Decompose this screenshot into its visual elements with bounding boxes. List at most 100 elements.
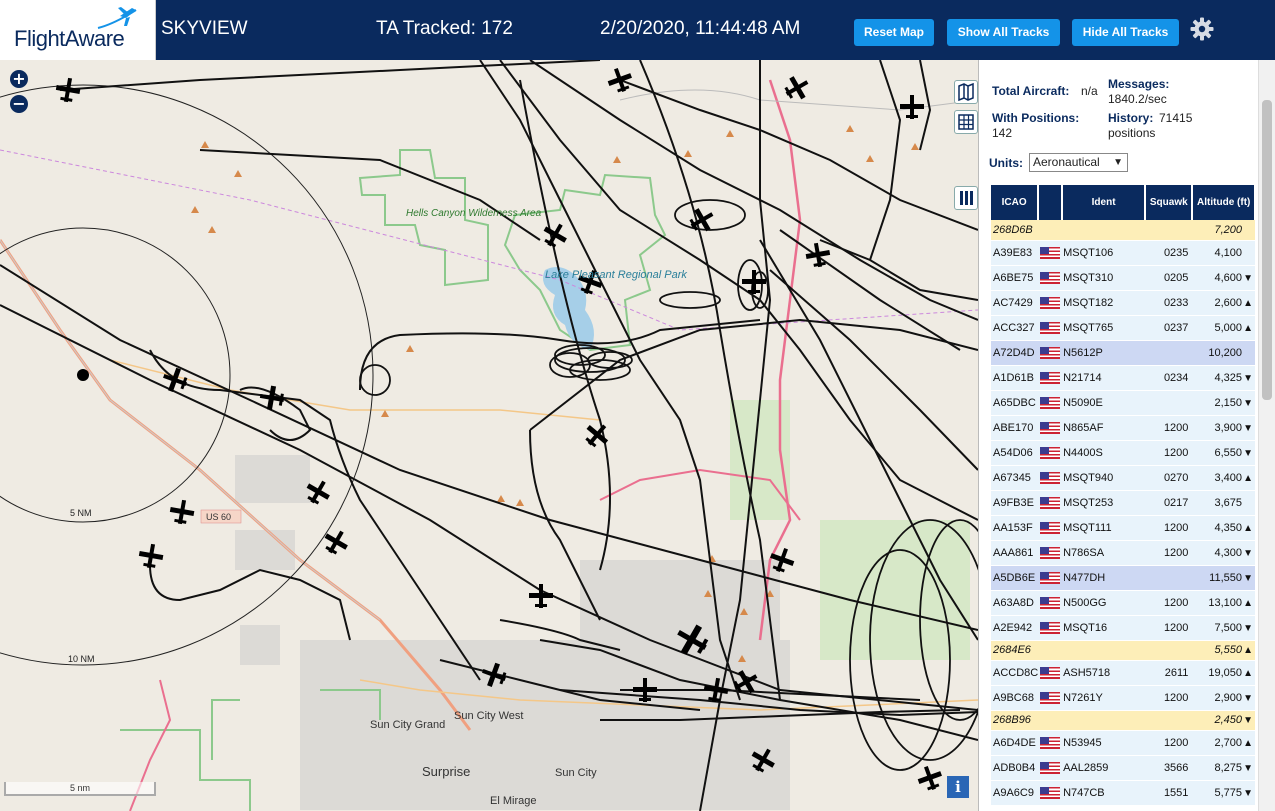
altitude-value: 5,550	[1214, 644, 1242, 656]
aircraft-row[interactable]: ACCD8C ASH5718 2611 19,050▲	[991, 660, 1255, 686]
row-squawk: 0234	[1145, 365, 1193, 391]
aircraft-row[interactable]: A5DB6E N477DH 11,550▼	[991, 565, 1255, 591]
us-flag-icon	[1040, 471, 1061, 484]
column-header-flag[interactable]	[1038, 185, 1064, 220]
us-flag-icon	[1040, 521, 1061, 534]
aircraft-row[interactable]: A54D06 N4400S 1200 6,550▼	[991, 440, 1255, 466]
row-icao: 268B96	[991, 710, 1039, 731]
chevron-down-icon: ▼	[1113, 157, 1123, 168]
row-icao: A9FB3E	[991, 490, 1039, 516]
aircraft-row[interactable]: AC7429 MSQT182 0233 2,600▲	[991, 290, 1255, 316]
row-flag	[1038, 640, 1063, 661]
zoom-in-button[interactable]: +	[10, 70, 28, 88]
row-altitude: 6,550▼	[1192, 440, 1255, 466]
column-header-altitude[interactable]: Altitude (ft)	[1192, 185, 1256, 220]
map-view[interactable]: Hells Canyon Wilderness Area Lake Pleasa…	[0, 60, 978, 811]
skyview-app: FlightAware SKYVIEW TA Tracked: 172 2/20…	[0, 0, 1275, 811]
zoom-out-button[interactable]: −	[10, 95, 28, 113]
row-altitude: 4,325▼	[1192, 365, 1255, 391]
row-ident: N747CB	[1062, 780, 1146, 806]
altitude-value: 4,300	[1214, 546, 1242, 559]
aircraft-row[interactable]: A1D61B N21714 0234 4,325▼	[991, 365, 1255, 391]
column-header-squawk[interactable]: Squawk	[1145, 185, 1194, 220]
columns-toggle-button[interactable]	[954, 186, 978, 210]
row-squawk: 1200	[1145, 415, 1193, 441]
altitude-trend-icon: ▼	[1243, 787, 1253, 799]
row-flag	[1038, 465, 1063, 491]
row-squawk: 1200	[1145, 615, 1193, 641]
app-title: SKYVIEW	[161, 18, 248, 39]
scrollbar-thumb[interactable]	[1262, 100, 1272, 400]
altitude-value: 4,350	[1214, 521, 1242, 534]
aircraft-row[interactable]: ACC327 MSQT765 0237 5,000▲	[991, 315, 1255, 341]
aircraft-row[interactable]: ADB0B4 AAL2859 3566 8,275▼	[991, 755, 1255, 781]
aircraft-row[interactable]: A9FB3E MSQT253 0217 3,675	[991, 490, 1255, 516]
us60-shield: US 60	[206, 512, 231, 522]
row-squawk	[1145, 340, 1193, 366]
hide-all-tracks-button[interactable]: Hide All Tracks	[1072, 19, 1179, 46]
altitude-trend-icon: ▼	[1243, 447, 1253, 459]
aircraft-row[interactable]: A6D4DE N53945 1200 2,700▲	[991, 730, 1255, 756]
aircraft-row[interactable]: A6BE75 MSQT310 0205 4,600▼	[991, 265, 1255, 291]
columns-icon	[960, 191, 973, 205]
aircraft-row[interactable]: A2E942 MSQT16 1200 7,500▼	[991, 615, 1255, 641]
aircraft-row[interactable]: A67345 MSQT940 0270 3,400▲	[991, 465, 1255, 491]
row-icao: ACC327	[991, 315, 1039, 341]
aircraft-row[interactable]: A9BC68 N7261Y 1200 2,900▼	[991, 685, 1255, 711]
aircraft-row[interactable]: 268B96 2,450▼	[991, 710, 1255, 731]
aircraft-row[interactable]: A9A6C9 N747CB 1551 5,775▼	[991, 780, 1255, 806]
us-flag-icon	[1040, 321, 1061, 334]
us-flag-icon	[1040, 621, 1061, 634]
row-ident: MSQT16	[1062, 615, 1146, 641]
show-all-tracks-button[interactable]: Show All Tracks	[947, 19, 1060, 46]
row-flag	[1038, 240, 1063, 266]
row-squawk	[1145, 710, 1193, 731]
grid-toggle-button[interactable]	[954, 110, 978, 134]
map-canvas[interactable]: Hells Canyon Wilderness Area Lake Pleasa…	[0, 60, 978, 811]
aircraft-row[interactable]: ABE170 N865AF 1200 3,900▼	[991, 415, 1255, 441]
aircraft-row[interactable]: AA153F MSQT111 1200 4,350▲	[991, 515, 1255, 541]
aircraft-row[interactable]: AAA861 N786SA 1200 4,300▼	[991, 540, 1255, 566]
altitude-trend-icon: ▲	[1243, 297, 1253, 309]
row-ident: MSQT111	[1062, 515, 1146, 541]
info-button[interactable]: i	[947, 776, 969, 798]
column-header-icao[interactable]: ICAO	[991, 185, 1040, 220]
altitude-trend-icon: ▲	[1243, 645, 1253, 656]
row-altitude: 7,200	[1192, 220, 1255, 241]
us-flag-icon	[1040, 786, 1061, 799]
aircraft-panel: Total Aircraft: n/a With Positions: 142 …	[978, 60, 1275, 811]
row-ident: N477DH	[1062, 565, 1146, 591]
row-altitude: 2,700▲	[1192, 730, 1255, 756]
us-flag-icon	[1040, 246, 1061, 259]
row-flag	[1038, 755, 1063, 781]
row-flag	[1038, 730, 1063, 756]
row-squawk: 3566	[1145, 755, 1193, 781]
aircraft-row[interactable]: A63A8D N500GG 1200 13,100▲	[991, 590, 1255, 616]
map-layers-button[interactable]	[954, 80, 978, 104]
aircraft-row[interactable]: A65DBC N5090E 2,150▼	[991, 390, 1255, 416]
altitude-trend-icon: ▼	[1243, 692, 1253, 704]
row-ident: MSQT765	[1062, 315, 1146, 341]
row-altitude: 4,600▼	[1192, 265, 1255, 291]
reset-map-button[interactable]: Reset Map	[854, 19, 934, 46]
flightaware-logo[interactable]: FlightAware	[0, 0, 156, 60]
aircraft-row[interactable]: A39E83 MSQT106 0235 4,100	[991, 240, 1255, 266]
us-flag-icon	[1040, 666, 1061, 679]
altitude-trend-icon: ▲	[1243, 667, 1253, 679]
row-icao: A63A8D	[991, 590, 1039, 616]
aircraft-row[interactable]: 2684E6 5,550▲	[991, 640, 1255, 661]
panel-scrollbar[interactable]	[1258, 60, 1275, 811]
aircraft-table: ICAO Ident Squawk Altitude (ft) 268D6B 7,…	[991, 185, 1256, 806]
us-flag-icon	[1040, 736, 1061, 749]
aircraft-row[interactable]: 268D6B 7,200	[991, 220, 1255, 241]
column-header-ident[interactable]: Ident	[1062, 185, 1147, 220]
altitude-trend-icon: ▲	[1243, 737, 1253, 749]
gear-icon[interactable]	[1190, 17, 1214, 41]
row-squawk: 0237	[1145, 315, 1193, 341]
row-flag	[1038, 340, 1063, 366]
row-ident: N21714	[1062, 365, 1146, 391]
row-squawk: 1200	[1145, 685, 1193, 711]
row-squawk: 0217	[1145, 490, 1193, 516]
aircraft-row[interactable]: A72D4D N5612P 10,200	[991, 340, 1255, 366]
units-select[interactable]: Aeronautical ▼	[1029, 153, 1128, 172]
